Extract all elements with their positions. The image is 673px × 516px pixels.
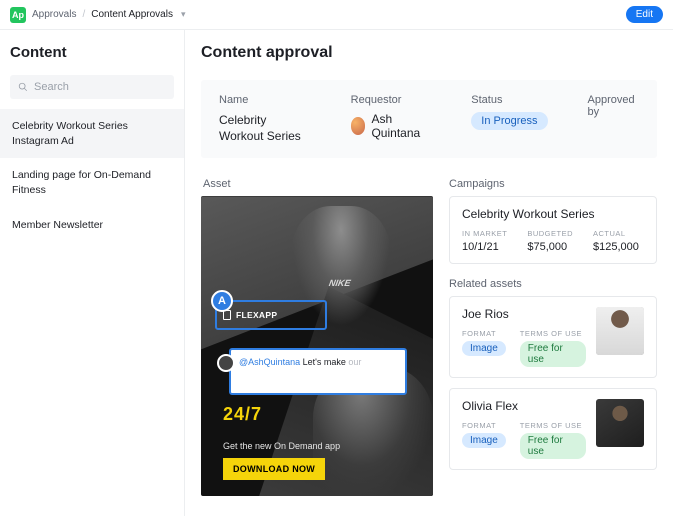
- mention[interactable]: @AshQuintana: [239, 357, 300, 367]
- campaign-card[interactable]: Celebrity Workout Series IN MARKET 10/1/…: [449, 196, 657, 264]
- search-placeholder: Search: [34, 81, 69, 93]
- terms-label: TERMS OF USE: [520, 329, 586, 338]
- sidebar-item[interactable]: Celebrity Workout Series Instagram Ad: [0, 109, 184, 158]
- info-panel: Name Celebrity Workout Series Requestor …: [201, 80, 657, 158]
- asset-section: Asset NIKE 24/7 Get the new On Demand ap…: [201, 178, 433, 496]
- related-asset-thumbnail: [596, 399, 644, 447]
- comment-text: @AshQuintana Let's make our: [239, 356, 361, 369]
- format-label: FORMAT: [462, 421, 506, 430]
- avatar: [351, 117, 366, 135]
- breadcrumb: Ap Approvals / Content Approvals ▾: [10, 7, 186, 23]
- campaign-inmarket-label: IN MARKET: [462, 229, 507, 238]
- asset-preview[interactable]: NIKE 24/7 Get the new On Demand app DOWN…: [201, 196, 433, 496]
- format-pill: Image: [462, 341, 506, 356]
- terms-pill: Free for use: [520, 433, 586, 459]
- format-label: FORMAT: [462, 329, 506, 338]
- info-approvedby-label: Approved by: [588, 94, 639, 118]
- crumb-current[interactable]: Content Approvals: [91, 9, 173, 20]
- chevron-down-icon[interactable]: ▾: [181, 9, 186, 20]
- campaign-actual-value: $125,000: [593, 241, 639, 253]
- asset-headline: 24/7: [223, 404, 262, 425]
- comment-typed: Let's make: [300, 357, 348, 367]
- campaigns-label: Campaigns: [449, 178, 657, 190]
- sidebar-title: Content: [0, 44, 184, 75]
- crumb-root[interactable]: Approvals: [32, 9, 76, 20]
- related-label: Related assets: [449, 278, 657, 290]
- campaign-budgeted-value: $75,000: [527, 241, 573, 253]
- sidebar-item[interactable]: Member Newsletter: [0, 208, 184, 243]
- related-asset-name: Joe Rios: [462, 307, 586, 321]
- search-input[interactable]: Search: [10, 75, 174, 99]
- campaign-title: Celebrity Workout Series: [462, 207, 644, 221]
- brand-mark: NIKE: [328, 278, 351, 288]
- edit-button[interactable]: Edit: [626, 6, 663, 23]
- requestor[interactable]: Ash Quintana: [351, 112, 432, 140]
- page-title: Content approval: [201, 44, 657, 62]
- related-asset-name: Olivia Flex: [462, 399, 586, 413]
- related-asset-card[interactable]: Olivia Flex FORMAT Image TERMS OF USE Fr…: [449, 388, 657, 470]
- comment-input[interactable]: @AshQuintana Let's make our: [229, 348, 407, 395]
- annotation-label: FLEXAPP: [236, 310, 277, 320]
- search-icon: [18, 82, 28, 92]
- app-badge: Ap: [10, 7, 26, 23]
- info-requestor-label: Requestor: [351, 94, 432, 106]
- related-asset-card[interactable]: Joe Rios FORMAT Image TERMS OF USE Free …: [449, 296, 657, 378]
- main-panel: Content approval Name Celebrity Workout …: [185, 30, 673, 516]
- info-status-label: Status: [471, 94, 547, 106]
- campaign-budgeted-label: BUDGETED: [527, 229, 573, 238]
- side-column: Campaigns Celebrity Workout Series IN MA…: [449, 178, 657, 496]
- top-bar: Ap Approvals / Content Approvals ▾ Edit: [0, 0, 673, 30]
- campaign-inmarket-value: 10/1/21: [462, 241, 507, 253]
- format-pill: Image: [462, 433, 506, 448]
- comment-suggestion: our: [348, 357, 361, 367]
- avatar: [217, 354, 235, 372]
- related-asset-thumbnail: [596, 307, 644, 355]
- terms-pill: Free for use: [520, 341, 586, 367]
- status-badge: In Progress: [471, 112, 547, 130]
- asset-section-label: Asset: [201, 178, 433, 190]
- requestor-name: Ash Quintana: [371, 112, 431, 140]
- crumb-separator: /: [82, 9, 85, 20]
- info-name-value: Celebrity Workout Series: [219, 112, 311, 144]
- terms-label: TERMS OF USE: [520, 421, 586, 430]
- layer-icon: [223, 310, 231, 320]
- asset-tagline: Get the new On Demand app: [223, 441, 340, 451]
- sidebar-item[interactable]: Landing page for On-Demand Fitness: [0, 158, 184, 207]
- info-name-label: Name: [219, 94, 311, 106]
- sidebar: Content Search Celebrity Workout Series …: [0, 30, 185, 516]
- asset-cta-button: DOWNLOAD NOW: [223, 458, 325, 480]
- campaign-actual-label: ACTUAL: [593, 229, 639, 238]
